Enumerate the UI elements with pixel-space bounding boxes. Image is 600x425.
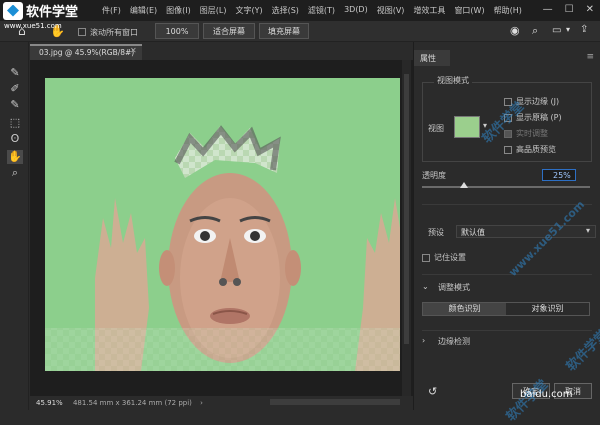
scroll-all-label: 滚动所有窗口: [90, 28, 138, 37]
menu-item[interactable]: 帮助(H): [494, 5, 522, 16]
image-canvas[interactable]: [45, 78, 400, 371]
recognition-toggle: 颜色识别 对象识别: [422, 302, 590, 316]
share-upload-icon[interactable]: ⇪: [580, 24, 588, 35]
opacity-slider[interactable]: [422, 186, 590, 188]
hand-tool-icon[interactable]: ✋: [7, 150, 23, 164]
status-arrow-icon[interactable]: ›: [200, 399, 203, 407]
footer-watermark: baidu.com: [520, 389, 573, 400]
zoom-100-button[interactable]: 100%: [155, 23, 199, 39]
color-recog-button[interactable]: 颜色识别: [423, 303, 506, 315]
doc-dimensions: 481.54 mm x 361.24 mm (72 ppi): [72, 399, 192, 407]
object-recog-button[interactable]: 对象识别: [506, 303, 589, 315]
window-controls: — ☐ ✕: [543, 4, 594, 15]
preset-dropdown[interactable]: 默认值: [456, 225, 596, 238]
refine-brush-icon[interactable]: ✐: [7, 82, 23, 96]
tab-properties[interactable]: 属性: [414, 50, 450, 66]
scroll-all-checkbox[interactable]: [78, 28, 86, 36]
edge-detect-title[interactable]: 边缘检测: [438, 336, 470, 347]
fill-screen-button[interactable]: 填充屏幕: [259, 23, 309, 39]
site-watermark: www.xue51.com: [4, 22, 62, 30]
opacity-input[interactable]: 25%: [542, 169, 576, 181]
menu-item[interactable]: 增效工具: [413, 5, 445, 16]
adjust-mode-title[interactable]: 调整模式: [438, 282, 470, 293]
opacity-label: 透明度: [422, 171, 446, 180]
divider: [422, 274, 592, 275]
brush-icon[interactable]: ✎: [7, 66, 23, 80]
logo-icon: [3, 1, 23, 20]
panel-menu-icon[interactable]: ≡: [586, 52, 594, 62]
share-icon[interactable]: ◉: [510, 24, 520, 37]
zoom-icon[interactable]: ⌕: [7, 166, 23, 180]
menu-item[interactable]: 文字(Y): [235, 5, 262, 16]
chevron-down-icon[interactable]: ⌄: [422, 282, 429, 291]
minimize-icon[interactable]: —: [543, 4, 553, 15]
divider: [422, 204, 592, 205]
chevron-down-icon[interactable]: ▾: [566, 25, 570, 34]
chevron-right-icon[interactable]: ›: [422, 336, 425, 345]
chevron-down-icon[interactable]: ▾: [586, 226, 590, 235]
app-logo: 软件学堂: [0, 0, 118, 21]
main-menu: 件(F) 编辑(E) 图像(I) 图层(L) 文字(Y) 选择(S) 滤镜(T) 3D(D) 视…: [102, 5, 522, 16]
search-icon[interactable]: ⌕: [532, 24, 538, 38]
menu-item[interactable]: 窗口(W): [454, 5, 484, 16]
view-label: 视图: [428, 124, 444, 133]
remember-label: 记住设置: [434, 253, 466, 262]
menu-item[interactable]: 视图(V): [377, 5, 405, 16]
opacity-slider-knob[interactable]: [460, 182, 468, 188]
realtime-label: 实时调整: [516, 129, 548, 138]
menu-item[interactable]: 图像(I): [166, 5, 191, 16]
menu-item[interactable]: 编辑(E): [130, 5, 157, 16]
zoom-readout[interactable]: 45.91%: [36, 399, 63, 407]
hq-preview-checkbox[interactable]: [504, 146, 512, 154]
workspace-icon[interactable]: ▭: [552, 25, 561, 36]
menu-item[interactable]: 3D(D): [344, 5, 368, 16]
remember-checkbox[interactable]: [422, 254, 430, 262]
fit-screen-button[interactable]: 适合屏幕: [203, 23, 255, 39]
divider: [422, 330, 592, 331]
vertical-scroll-thumb[interactable]: [404, 74, 409, 344]
menu-item[interactable]: 图层(L): [200, 5, 227, 16]
close-tab-icon[interactable]: ✕: [130, 46, 137, 55]
object-select-icon[interactable]: ⬚: [7, 116, 23, 130]
canvas-area[interactable]: [30, 60, 413, 396]
vertical-scrollbar[interactable]: [402, 60, 411, 396]
menu-bar: 软件学堂 件(F) 编辑(E) 图像(I) 图层(L) 文字(Y) 选择(S) 滤镜(T) 3…: [0, 0, 600, 21]
document-tab[interactable]: 03.jpg @ 45.9%(RGB/8#): [30, 44, 142, 60]
close-icon[interactable]: ✕: [586, 4, 594, 15]
preset-label: 预设: [428, 228, 444, 237]
hq-preview-label: 高品质预览: [516, 145, 556, 154]
menu-item[interactable]: 滤镜(T): [308, 5, 335, 16]
app-title: 软件学堂: [26, 5, 79, 20]
menu-item[interactable]: 选择(S): [272, 5, 299, 16]
tool-bar: ✎ ✐ ✎ ⬚ ʘ ✋ ⌕: [0, 42, 29, 410]
maximize-icon[interactable]: ☐: [565, 4, 574, 15]
lasso-icon[interactable]: ʘ: [7, 132, 23, 146]
photo: [45, 78, 400, 371]
brush-tool-icon[interactable]: ✎: [7, 98, 23, 112]
options-bar: ⌂ ✋ 滚动所有窗口 100% 适合屏幕 填充屏幕 ◉ ⌕ ▭ ▾ ⇪: [0, 21, 600, 42]
reset-icon[interactable]: ↺: [428, 385, 437, 398]
view-mode-title: 视图模式: [434, 75, 472, 86]
menu-item[interactable]: 件(F): [102, 5, 121, 16]
horizontal-scrollbar[interactable]: [270, 399, 400, 405]
view-thumbnail[interactable]: [454, 116, 480, 138]
